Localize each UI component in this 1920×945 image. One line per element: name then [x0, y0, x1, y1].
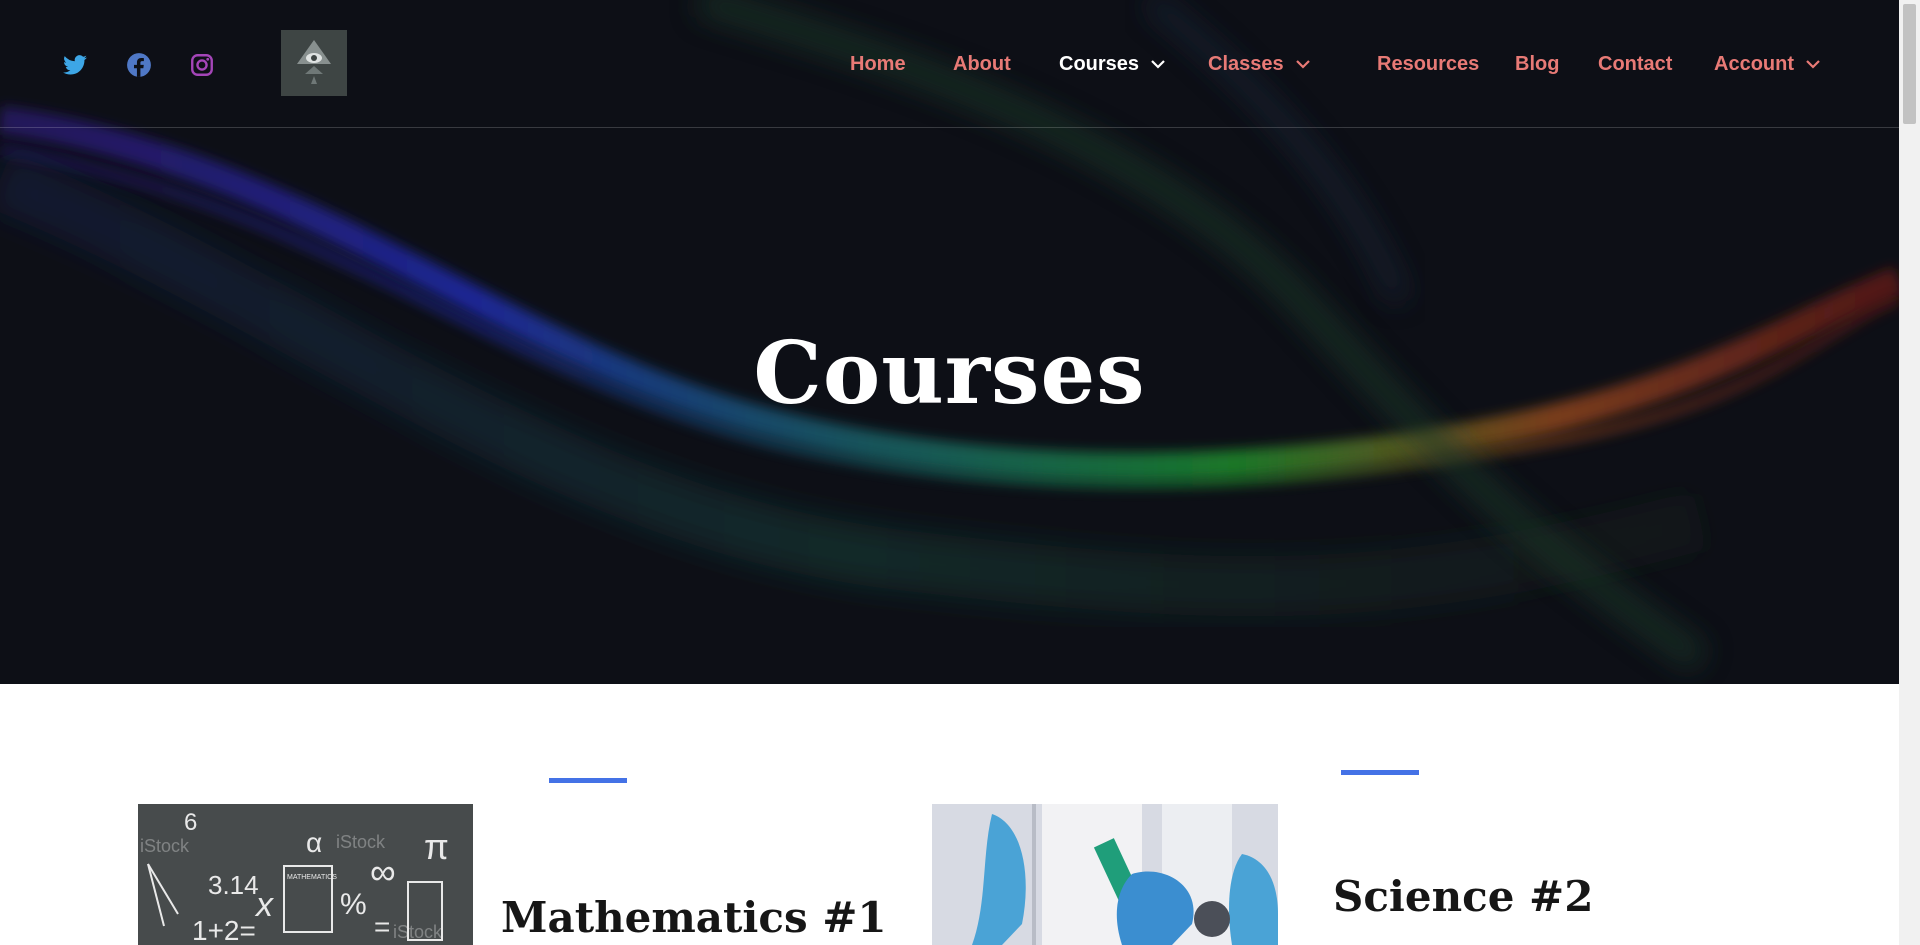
nav-courses[interactable]: Courses: [1059, 52, 1165, 76]
nav-courses-label: Courses: [1059, 53, 1140, 75]
chevron-down-icon: [1295, 60, 1310, 69]
math-image-equation: 1+2=: [192, 915, 256, 945]
instagram-link[interactable]: [189, 52, 215, 78]
facebook-link[interactable]: [126, 52, 152, 78]
nav-blog[interactable]: Blog: [1515, 52, 1559, 76]
site-logo[interactable]: [281, 30, 347, 96]
math-image-watermark: iStock: [336, 832, 386, 852]
nav-about[interactable]: About: [953, 52, 1011, 76]
nav-account-label: Account: [1714, 53, 1794, 75]
nav-resources[interactable]: Resources: [1377, 52, 1479, 76]
math-image-percent: %: [340, 888, 367, 921]
nav-home[interactable]: Home: [850, 52, 906, 76]
nav-about-label: About: [953, 53, 1011, 75]
chevron-down-icon: [1806, 60, 1820, 69]
scrollbar-thumb[interactable]: [1903, 4, 1916, 124]
math-image-314: 3.14: [208, 870, 259, 900]
chevron-down-icon: [1151, 60, 1165, 69]
math-image-pi: π: [424, 826, 449, 867]
math-image-watermark: iStock: [140, 836, 190, 856]
math-image-alpha: α: [306, 827, 322, 858]
twitter-link[interactable]: [62, 52, 88, 78]
science-card-image[interactable]: [932, 804, 1278, 945]
laboratory-image: [932, 804, 1278, 945]
nav-classes-label: Classes: [1208, 53, 1284, 75]
nav-contact-label: Contact: [1598, 53, 1673, 75]
accent-divider: [549, 778, 627, 783]
hero-banner: Home About Courses Classes Resources Blo…: [0, 0, 1899, 684]
eye-pyramid-logo-icon: [297, 40, 331, 84]
nav-account[interactable]: Account: [1714, 52, 1820, 76]
site-header: Home About Courses Classes Resources Blo…: [0, 0, 1899, 128]
math-image-equals: =: [374, 911, 390, 942]
nav-classes[interactable]: Classes: [1208, 52, 1310, 76]
twitter-icon: [63, 55, 87, 75]
math-image-six: 6: [184, 809, 197, 836]
nav-resources-label: Resources: [1377, 53, 1480, 75]
card-title-mathematics[interactable]: Mathematics #1: [501, 893, 887, 942]
nav-blog-label: Blog: [1515, 53, 1560, 75]
math-symbols-image: iStock iStock iStock 6 α π 3.14 x 1+2= %…: [140, 809, 449, 945]
page-title: Courses: [753, 322, 1146, 424]
accent-divider: [1341, 770, 1419, 775]
facebook-icon: [127, 53, 151, 77]
math-image-x: x: [254, 886, 274, 924]
card-title-science[interactable]: Science #2: [1333, 872, 1593, 921]
nav-contact[interactable]: Contact: [1598, 52, 1672, 76]
nav-home-label: Home: [850, 53, 906, 75]
page-scrollbar[interactable]: [1899, 0, 1920, 945]
mathematics-card-image[interactable]: iStock iStock iStock 6 α π 3.14 x 1+2= %…: [138, 804, 473, 945]
math-image-book-label: MATHEMATICS: [287, 874, 337, 881]
instagram-icon: [191, 54, 213, 76]
math-image-infinity: ∞: [370, 851, 396, 892]
